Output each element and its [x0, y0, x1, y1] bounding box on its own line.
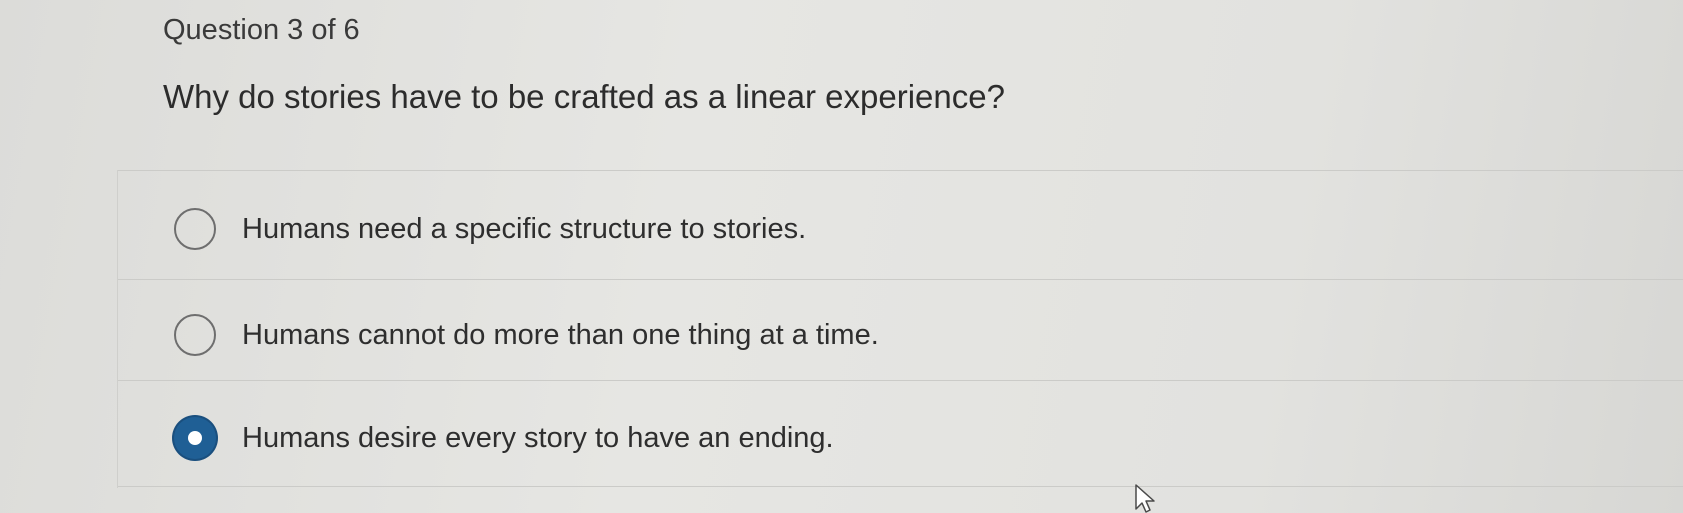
option-divider — [118, 170, 1683, 171]
answer-option-2[interactable]: Humans cannot do more than one thing at … — [118, 305, 1118, 365]
answer-option-1[interactable]: Humans need a specific structure to stor… — [118, 199, 1118, 259]
quiz-page: Question 3 of 6 Why do stories have to b… — [0, 0, 1683, 513]
option-divider — [118, 380, 1683, 381]
mouse-pointer-icon — [1135, 484, 1155, 513]
radio-button-2[interactable] — [174, 314, 216, 356]
answer-option-3[interactable]: Humans desire every story to have an end… — [118, 408, 1118, 468]
answer-option-label: Humans desire every story to have an end… — [242, 421, 834, 454]
answer-options: Humans need a specific structure to stor… — [117, 170, 1683, 488]
answer-option-label: Humans need a specific structure to stor… — [242, 212, 807, 245]
option-divider — [118, 486, 1683, 487]
radio-button-1[interactable] — [174, 208, 216, 250]
question-counter: Question 3 of 6 — [163, 14, 360, 46]
question-text: Why do stories have to be crafted as a l… — [163, 78, 1005, 115]
answer-option-label: Humans cannot do more than one thing at … — [242, 318, 879, 351]
option-divider — [118, 279, 1683, 280]
radio-button-3-selected[interactable] — [174, 417, 216, 459]
